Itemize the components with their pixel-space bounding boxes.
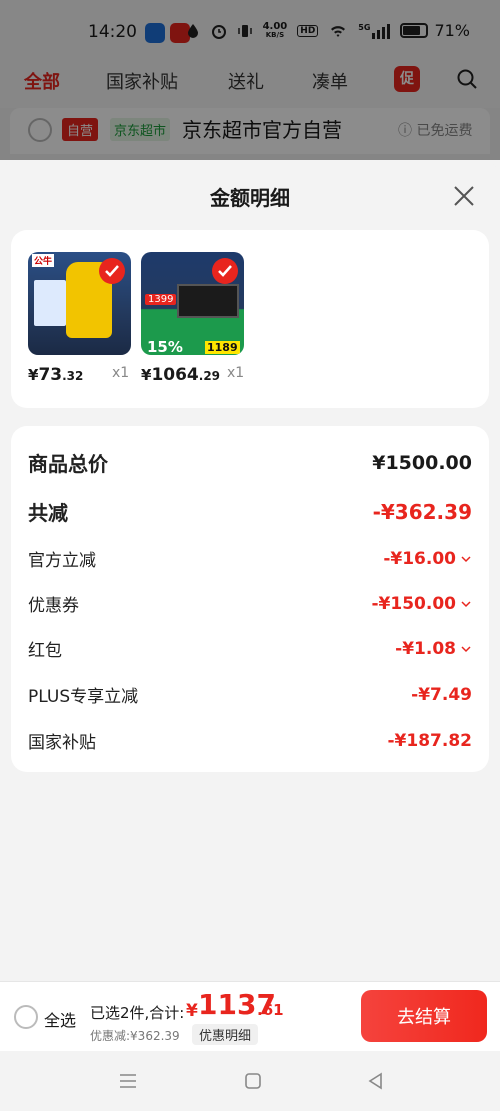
thumb-brand-label: 公牛 [32,254,55,267]
selected-check-icon [212,258,238,284]
summary-row-official-discount[interactable]: 官方立减 -¥16.00 [28,546,472,571]
summary-label: 红包 [28,641,62,661]
close-icon[interactable] [452,184,476,208]
summary-label: PLUS专享立减 [28,687,139,707]
menu-icon[interactable] [118,1071,138,1091]
summary-row-reduce: 共减 -¥362.39 [28,497,472,526]
product-thumbnail[interactable]: 公牛 [28,252,131,355]
selected-check-icon [99,258,125,284]
summary-row-plus-discount: PLUS专享立减 -¥7.49 [28,682,472,708]
summary-label: 国家补贴 [28,733,96,753]
back-icon[interactable] [366,1071,386,1091]
thumb-price-label: 1399 [145,294,177,305]
summary-value: ¥1500.00 [372,451,472,474]
thumb-percent-label: 15% [147,338,183,355]
system-nav-bar [0,1051,500,1111]
summary-label: 优惠券 [28,596,79,616]
select-all-checkbox[interactable] [14,1005,38,1029]
product-item[interactable]: 1399 15% 1189 ¥1064.29 x1 [141,252,244,385]
summary-label: 官方立减 [28,551,96,571]
product-qty: x1 [112,365,130,381]
summary-value: -¥7.49 [411,684,472,705]
products-card: 公牛 ¥73.32 x1 1399 15% 1189 ¥1064.29 x1 [11,230,489,408]
product-qty: x1 [227,365,245,381]
product-thumbnail[interactable]: 1399 15% 1189 [141,252,244,355]
chevron-down-icon[interactable] [460,553,472,565]
chevron-down-icon[interactable] [460,643,472,655]
total-amount-decimal: .61 [257,1001,284,1019]
dim-overlay[interactable] [0,0,500,160]
chevron-down-icon[interactable] [460,598,472,610]
summary-card: 商品总价 ¥1500.00 共减 -¥362.39 官方立减 -¥16.00 优… [11,426,489,772]
selected-count-text: 已选2件,合计: [90,1004,185,1022]
summary-value: -¥150.00 [371,593,457,614]
summary-row-total: 商品总价 ¥1500.00 [28,448,472,477]
summary-label: 商品总价 [28,452,108,476]
summary-value: -¥16.00 [383,548,456,569]
summary-row-red-packet[interactable]: 红包 -¥1.08 [28,636,472,661]
summary-value: -¥187.82 [387,730,473,751]
summary-row-coupon[interactable]: 优惠券 -¥150.00 [28,591,472,616]
product-item[interactable]: 公牛 ¥73.32 x1 [28,252,131,385]
select-all-label[interactable]: 全选 [44,1007,76,1031]
checkout-button[interactable]: 去结算 [361,990,487,1042]
home-icon[interactable] [243,1071,263,1091]
summary-value: -¥1.08 [395,638,456,659]
summary-value: -¥362.39 [372,499,472,524]
discount-detail-button[interactable]: 优惠明细 [192,1024,259,1045]
summary-row-national-subsidy: 国家补贴 -¥187.82 [28,728,473,754]
thumb-final-price-label: 1189 [205,341,240,354]
discount-text: 优惠减:¥362.39 [90,1029,180,1043]
summary-label: 共减 [28,501,68,525]
sheet-title: 金额明细 [210,186,290,210]
price-detail-sheet: 金额明细 公牛 ¥73.32 x1 1399 15% 1189 ¥ 1064 .… [0,160,500,981]
checkout-bar: 全选 已选2件,合计: ¥ 1137 .61 优惠减:¥362.39 优惠明细 … [0,981,500,1051]
total-currency: ¥ [186,1001,198,1021]
